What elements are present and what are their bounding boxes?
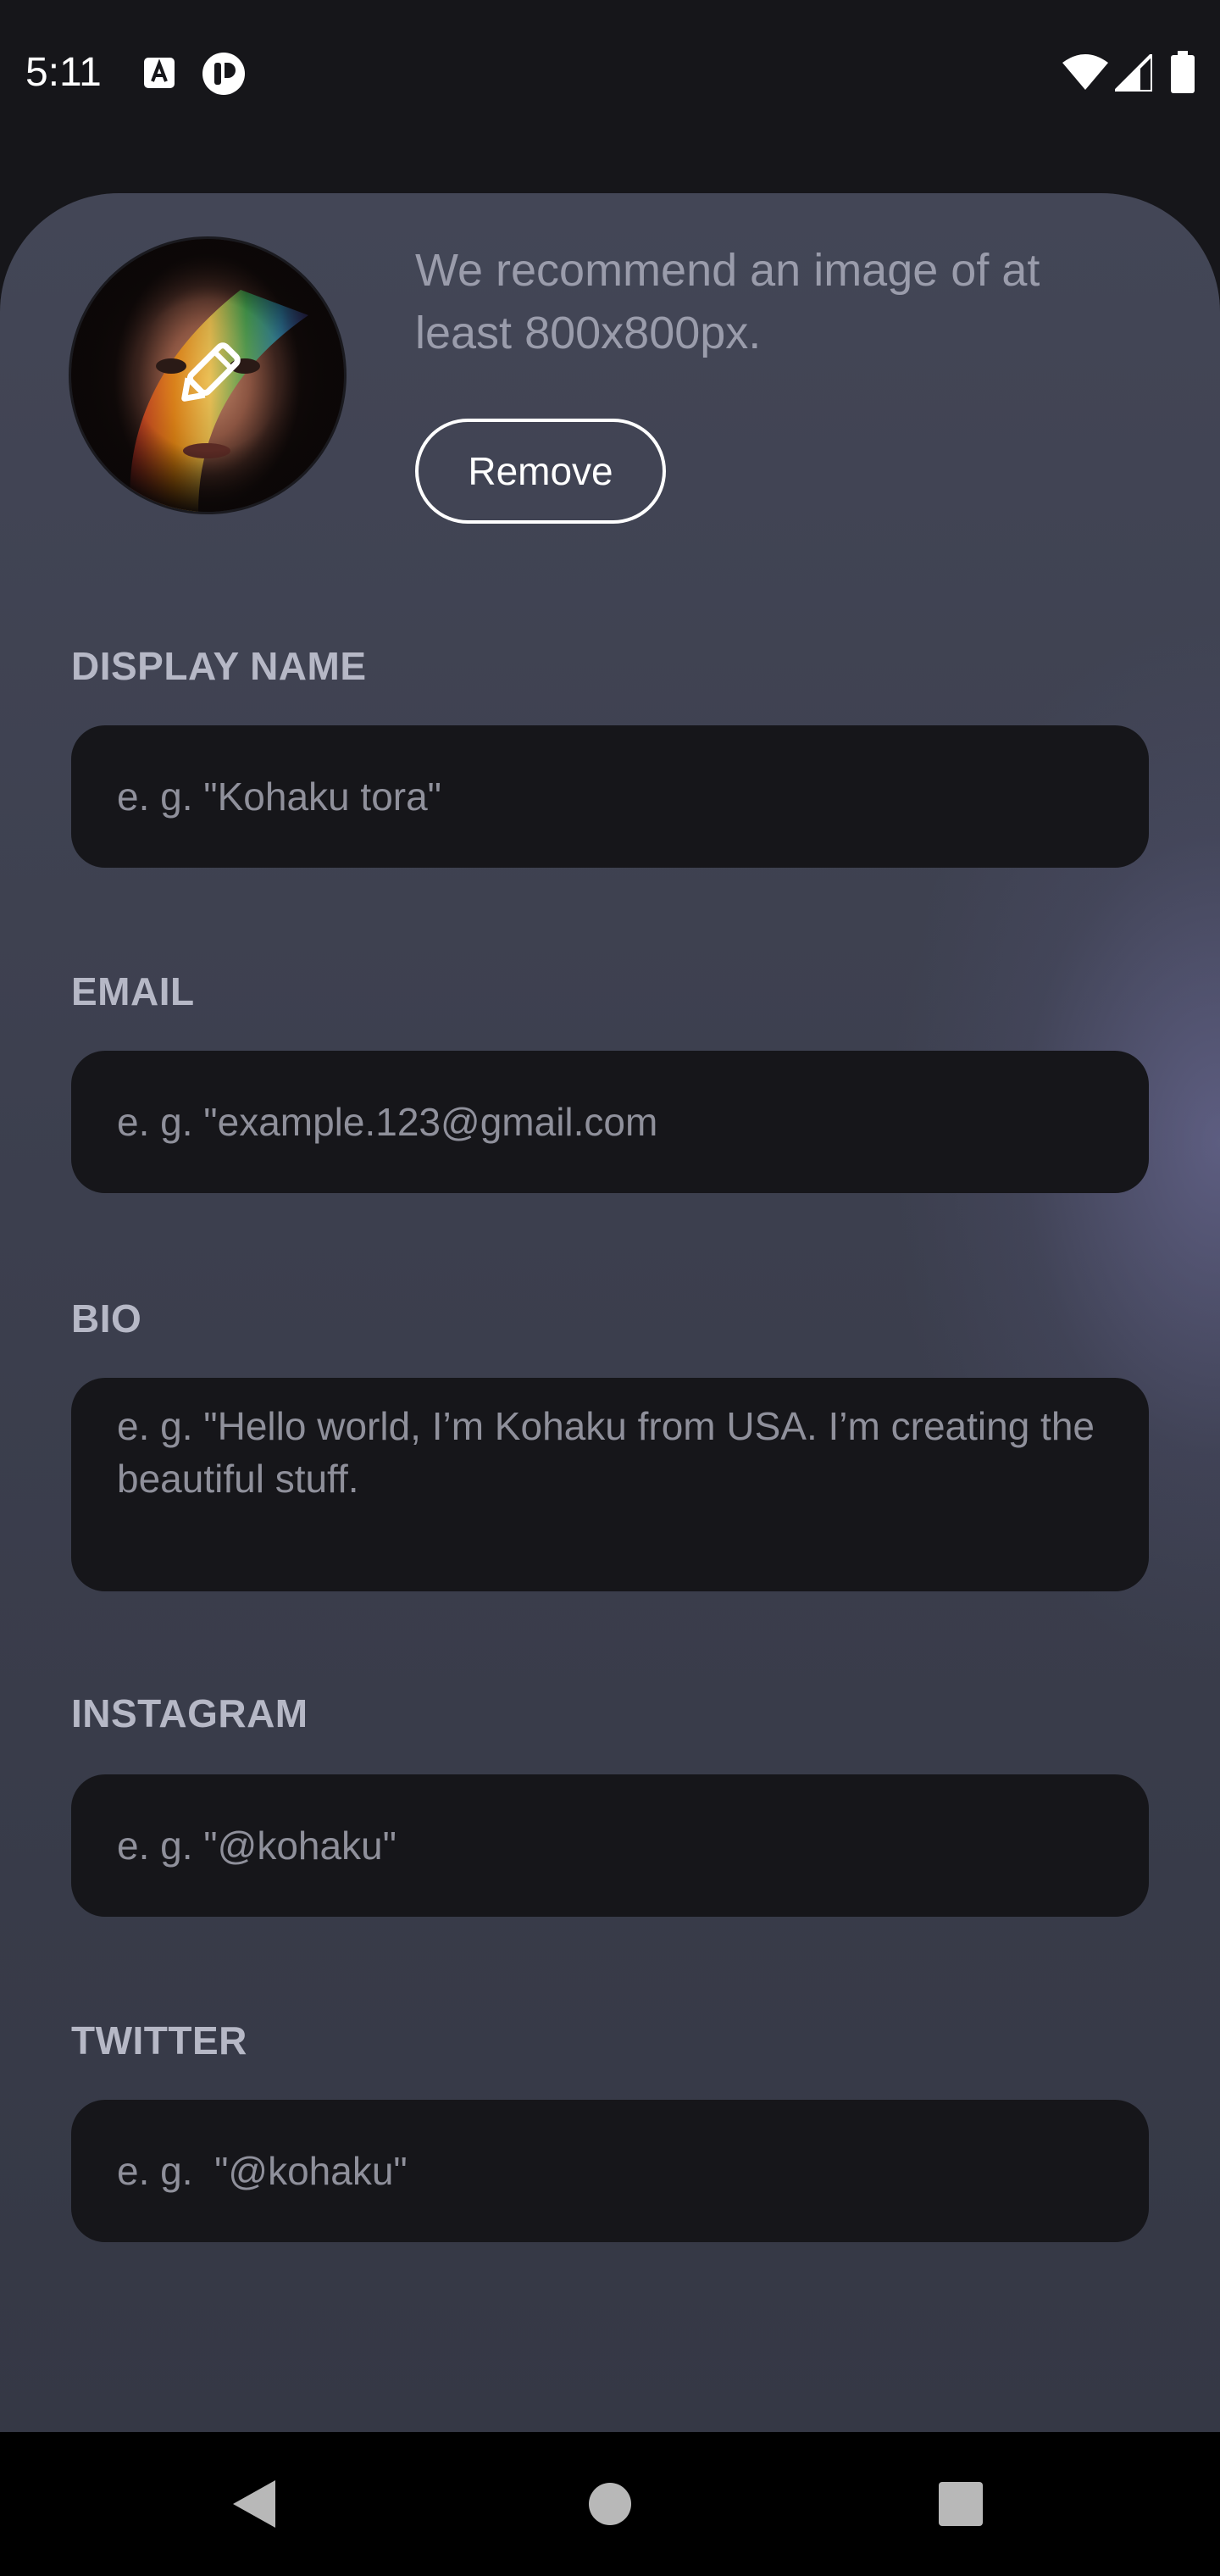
remove-photo-button[interactable]: Remove bbox=[415, 419, 666, 524]
signal-icon bbox=[1115, 54, 1152, 92]
edit-profile-sheet: We recommend an image of at least 800x80… bbox=[0, 193, 1220, 2432]
home-icon bbox=[589, 2483, 631, 2525]
wifi-icon bbox=[1062, 54, 1108, 90]
back-button[interactable] bbox=[152, 2432, 356, 2576]
app-notification-icon bbox=[144, 58, 175, 88]
status-time: 5:11 bbox=[25, 50, 102, 95]
bio-textarea[interactable] bbox=[71, 1378, 1149, 1591]
twitter-label: TWITTER bbox=[71, 2018, 247, 2062]
battery-icon bbox=[1171, 51, 1195, 93]
display-name-label: DISPLAY NAME bbox=[71, 644, 367, 688]
notification-icon bbox=[202, 53, 245, 95]
recents-button[interactable] bbox=[859, 2432, 1062, 2576]
back-icon bbox=[233, 2480, 275, 2528]
recents-icon bbox=[939, 2482, 983, 2526]
image-recommendation-text: We recommend an image of at least 800x80… bbox=[415, 245, 1040, 358]
instagram-input[interactable] bbox=[71, 1774, 1149, 1917]
twitter-input[interactable] bbox=[71, 2100, 1149, 2242]
email-input[interactable] bbox=[71, 1051, 1149, 1193]
home-button[interactable] bbox=[508, 2432, 712, 2576]
navigation-bar bbox=[0, 2432, 1220, 2576]
avatar[interactable] bbox=[71, 239, 344, 512]
bio-label: BIO bbox=[71, 1296, 142, 1341]
instagram-label: INSTAGRAM bbox=[71, 1691, 308, 1735]
edit-pencil-icon[interactable] bbox=[173, 339, 244, 410]
status-bar: 5:11 bbox=[0, 0, 1220, 146]
display-name-input[interactable] bbox=[71, 725, 1149, 868]
email-label: EMAIL bbox=[71, 969, 195, 1013]
